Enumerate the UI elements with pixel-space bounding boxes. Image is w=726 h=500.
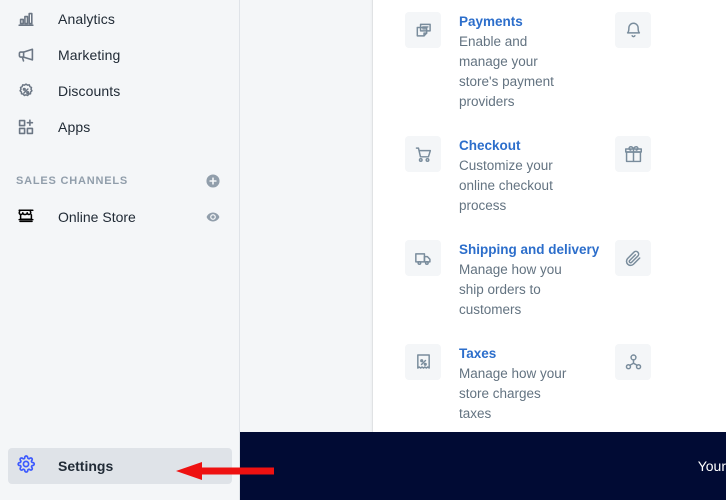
settings-grid: Payments Enable and manage your store's … [373,0,726,436]
plus-circle-icon[interactable] [203,171,223,191]
settings-item-text: Taxes Manage how your store charges taxe… [459,344,567,424]
settings-item-title[interactable]: Taxes [459,344,567,363]
discounts-badge-icon [16,81,36,101]
settings-card: Payments Enable and manage your store's … [373,0,726,456]
settings-item-title[interactable]: Checkout [459,136,567,155]
sidebar-item-label: Apps [58,119,91,135]
settings-item-checkout[interactable]: Checkout Customize your online checkout … [373,124,583,228]
sidebar-item-analytics[interactable]: Analytics [8,3,231,35]
sidebar-section-title: SALES CHANNELS [16,175,129,187]
settings-item-account[interactable] [583,332,726,436]
shopify-admin-screen: Analytics Marketing Discounts Apps SALES… [0,0,726,500]
settings-item-text: Checkout Customize your online checkout … [459,136,567,216]
notifications-bell-icon [615,12,651,48]
account-user-icon [615,344,651,380]
checkout-cart-icon [405,136,441,172]
settings-item-description: Customize your online checkout process [459,158,553,213]
sidebar-item-apps[interactable]: Apps [8,111,231,143]
settings-item-description: Manage how you ship orders to customers [459,262,562,317]
settings-item-gift-cards[interactable] [583,124,726,228]
sidebar: Analytics Marketing Discounts Apps SALES… [0,0,240,500]
sidebar-item-label: Discounts [58,83,121,99]
settings-item-description: Manage how your store charges taxes [459,366,567,421]
sidebar-item-online-store[interactable]: Online Store [8,201,231,233]
sidebar-item-label: Analytics [58,11,115,27]
settings-item-taxes[interactable]: Taxes Manage how your store charges taxe… [373,332,583,436]
shipping-truck-icon [405,240,441,276]
gift-card-icon [615,136,651,172]
marketing-megaphone-icon [16,45,36,65]
settings-item-files[interactable] [583,228,726,332]
storefront-icon [16,205,36,230]
settings-item-text: Shipping and delivery Manage how you shi… [459,240,599,320]
sidebar-section-sales-channels: SALES CHANNELS [8,167,231,195]
eye-icon[interactable] [203,207,223,227]
sidebar-item-settings[interactable]: Settings [8,448,232,484]
settings-item-payments[interactable]: Payments Enable and manage your store's … [373,0,583,124]
settings-item-text: Payments Enable and manage your store's … [459,12,567,112]
sidebar-item-label: Online Store [58,209,136,225]
settings-item-notifications[interactable] [583,0,726,124]
sidebar-item-marketing[interactable]: Marketing [8,39,231,71]
main-content: Payments Enable and manage your store's … [241,0,726,500]
bottom-banner: Your [240,432,726,500]
payments-cards-icon [405,12,441,48]
files-paperclip-icon [615,240,651,276]
apps-grid-icon [16,117,36,137]
bottom-banner-text: Your [697,458,726,474]
settings-item-title[interactable]: Payments [459,12,567,31]
sidebar-item-label: Marketing [58,47,121,63]
settings-item-description: Enable and manage your store's payment p… [459,34,554,109]
analytics-icon [16,9,36,29]
sidebar-item-label: Settings [58,458,114,474]
sidebar-item-discounts[interactable]: Discounts [8,75,231,107]
settings-item-title[interactable]: Shipping and delivery [459,240,599,259]
taxes-receipt-icon [405,344,441,380]
settings-item-shipping-and-delivery[interactable]: Shipping and delivery Manage how you shi… [373,228,599,332]
gear-icon [16,454,36,479]
sidebar-nav-list: Analytics Marketing Discounts Apps SALES… [0,0,239,233]
